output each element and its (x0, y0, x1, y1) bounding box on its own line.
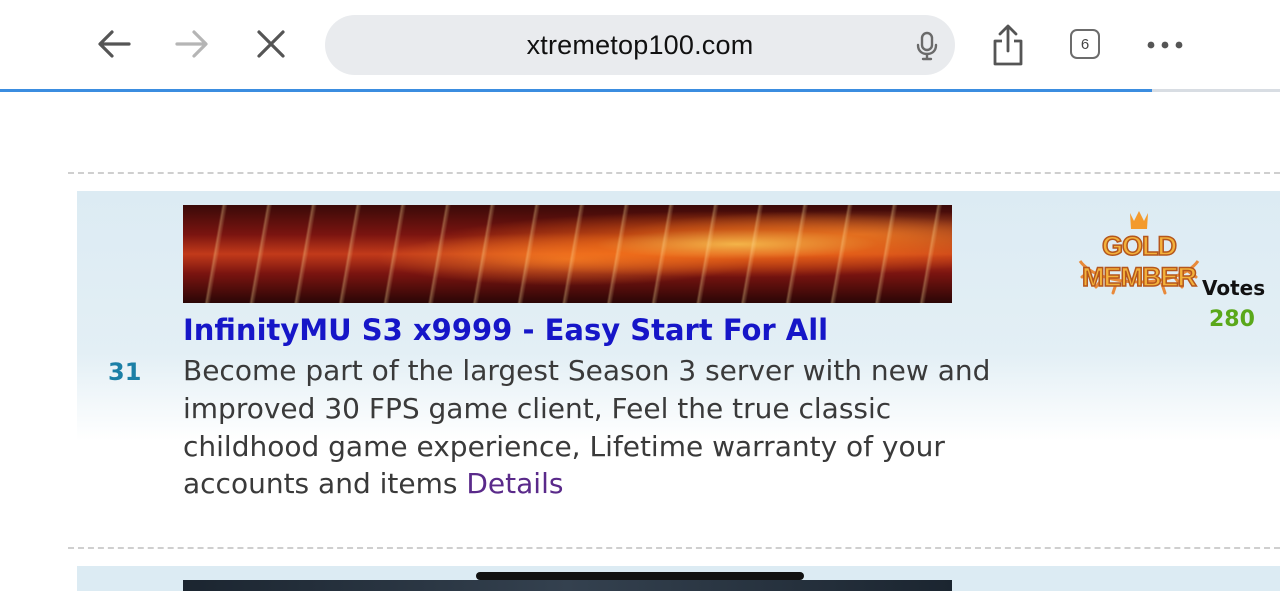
listing-divider (68, 172, 1280, 174)
close-icon (257, 30, 285, 58)
server-description-text: Become part of the largest Season 3 serv… (183, 354, 991, 501)
page-load-progress (0, 89, 1280, 92)
back-arrow-icon (98, 30, 131, 58)
url-text: xtremetop100.com (526, 29, 754, 60)
server-description: Become part of the largest Season 3 serv… (183, 352, 993, 503)
home-indicator (476, 572, 804, 580)
page-load-progress-fill (0, 89, 1152, 92)
more-icon[interactable] (1145, 35, 1185, 55)
tab-count-label: 6 (1080, 35, 1090, 53)
address-bar[interactable]: xtremetop100.com (325, 15, 955, 75)
votes-count: 280 (1209, 307, 1255, 332)
listing-divider (68, 547, 1280, 549)
back-button[interactable] (92, 22, 136, 66)
stop-loading-button[interactable] (249, 22, 293, 66)
share-icon[interactable] (989, 24, 1027, 68)
votes-label: Votes (1202, 276, 1266, 300)
details-link[interactable]: Details (466, 467, 563, 500)
tabs-button[interactable]: 6 (1070, 29, 1100, 59)
forward-button[interactable] (170, 22, 214, 66)
server-title-link[interactable]: InfinityMU S3 x9999 - Easy Start For All (183, 313, 828, 347)
microphone-icon[interactable] (915, 31, 939, 61)
server-banner-image[interactable] (183, 205, 952, 303)
next-server-banner-image[interactable] (183, 580, 952, 591)
browser-toolbar: xtremetop100.com 6 (0, 0, 1280, 89)
forward-arrow-icon (175, 30, 208, 58)
server-rank: 31 (108, 358, 142, 386)
